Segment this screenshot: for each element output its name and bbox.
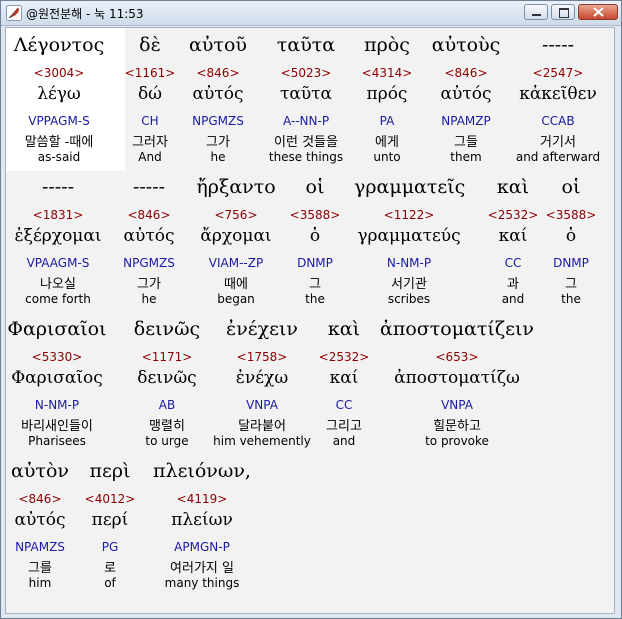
parsing-code: N-NM-P	[34, 398, 80, 412]
english-gloss: and afterward	[515, 150, 601, 164]
greek-word: Φαρισαῖοι	[7, 318, 107, 340]
strong-number[interactable]: <1171>	[112, 350, 222, 364]
parsing-code: AB	[158, 398, 176, 412]
lemma: ὁ	[565, 226, 577, 246]
parsing-code: DNMP	[553, 256, 589, 270]
korean-gloss: 서기관	[391, 277, 427, 292]
lemma: ἀποστοματίζω	[394, 368, 520, 388]
close-icon	[593, 7, 604, 17]
korean-gloss: 맹렬히	[149, 419, 185, 434]
feather-icon[interactable]	[6, 5, 22, 21]
strong-number[interactable]: <5330>	[6, 350, 112, 364]
title-bar[interactable]: @원전분해 - 눅 11:53	[1, 1, 621, 26]
english-gloss: many things	[164, 576, 240, 590]
english-gloss: scribes	[387, 292, 431, 306]
parsing-code: N-NM-P	[386, 256, 432, 270]
parsing-code: VNPA	[441, 398, 473, 412]
lemma: πλείων	[171, 510, 233, 530]
maximize-icon	[559, 8, 569, 18]
strong-number[interactable]: <4119>	[147, 492, 257, 506]
english-gloss: to urge	[145, 434, 189, 448]
lemma: γραμματεύς	[357, 226, 461, 246]
korean-gloss: 힐문하고	[433, 419, 481, 434]
english-gloss: to provoke	[425, 434, 489, 448]
korean-gloss: 여러가지 일	[170, 561, 234, 576]
greek-word: γραμματεῖς	[354, 176, 466, 198]
korean-gloss: 그	[565, 277, 577, 292]
minimize-button[interactable]	[524, 4, 548, 20]
greek-word: πλειόνων,	[153, 460, 251, 482]
korean-gloss: 바리새인들이	[21, 419, 93, 434]
lemma: δεινῶς	[137, 368, 197, 388]
interlinear-panel[interactable]: Λέγοντος <3004> λέγω VPPAGM-S 말씀할 -때에 as…	[5, 27, 615, 614]
parsing-code: APMGN-P	[174, 540, 230, 554]
parsing-code: CCAB	[541, 114, 575, 128]
lemma: κἀκεῖθεν	[519, 84, 597, 104]
close-button[interactable]	[578, 4, 618, 20]
app-window: @원전분해 - 눅 11:53 Λέγοντος <3004> λέγω VPP…	[0, 0, 622, 619]
greek-word: -----	[541, 34, 575, 56]
english-gloss: Pharisees	[28, 434, 86, 448]
strong-number[interactable]: <2547>	[503, 66, 613, 80]
minimize-icon	[532, 14, 541, 16]
strong-number[interactable]: <1122>	[354, 208, 464, 222]
korean-gloss: 거기서	[540, 135, 576, 150]
strong-number[interactable]: <653>	[352, 350, 562, 364]
maximize-button[interactable]	[551, 4, 575, 20]
greek-word: δεινῶς	[133, 318, 201, 340]
strong-number[interactable]: <3588>	[516, 208, 614, 222]
lemma: Φαρισαῖος	[11, 368, 103, 388]
english-gloss: the	[561, 292, 581, 306]
window-title: @원전분해 - 눅 11:53	[26, 7, 144, 21]
greek-word: ἀποστοματίζειν	[380, 318, 534, 340]
greek-word: οἱ	[561, 176, 581, 198]
